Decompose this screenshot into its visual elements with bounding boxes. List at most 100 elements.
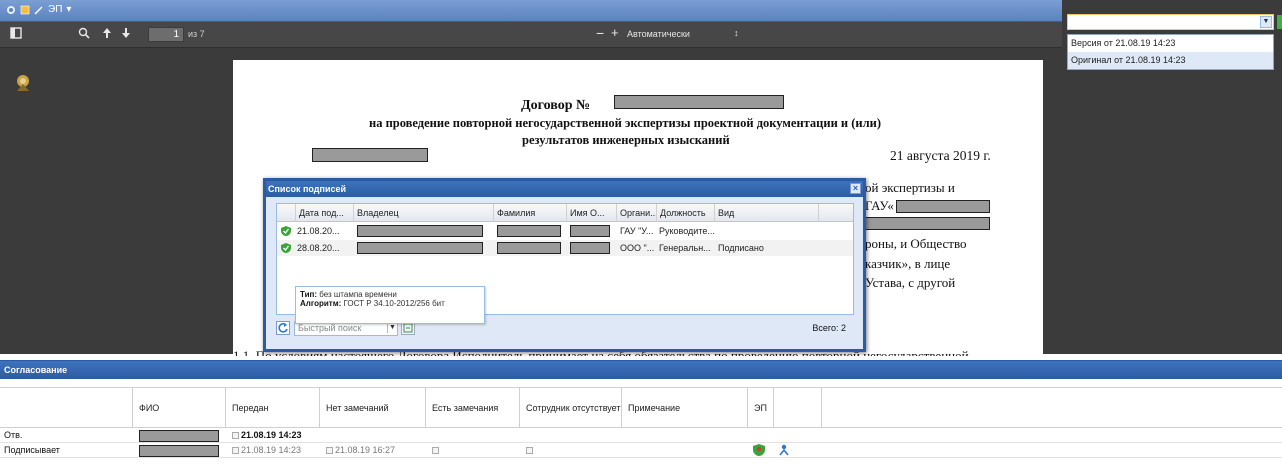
app-menu-icon[interactable] [6, 5, 16, 15]
signature-row[interactable]: 28.08.20... ООО "... Генеральн... Подпис… [277, 240, 853, 256]
dialog-header: Список подписей × [266, 181, 863, 197]
tooltip-type-value: без штампа времени [319, 290, 397, 299]
signature-kind: Подписано [718, 243, 764, 253]
title-bar: ЭП ▾ [0, 0, 1062, 22]
zoom-out-button[interactable]: − [596, 25, 604, 41]
valid-signature-icon [281, 243, 291, 253]
checkbox[interactable] [232, 447, 239, 454]
column-position[interactable]: Должность [656, 204, 714, 222]
status-indicator [1277, 15, 1282, 29]
refresh-icon[interactable] [276, 321, 290, 335]
redacted-owner [357, 225, 483, 237]
version-option-original[interactable]: Оригинал от 21.08.19 14:23 [1068, 52, 1273, 69]
redacted-surname [497, 242, 561, 254]
save-icon[interactable] [20, 5, 30, 15]
contract-date: 21 августа 2019 г. [890, 148, 991, 163]
column-extra [774, 388, 822, 428]
column-signature[interactable]: ЭП [748, 388, 774, 428]
quick-access-toolbar: ЭП ▾ [6, 4, 71, 15]
redacted-name [570, 242, 610, 254]
approval-title: Согласование [0, 361, 1282, 379]
tooltip-algo-label: Алгоритм: [300, 299, 342, 308]
body-line: казчик», в лице [865, 256, 951, 271]
pdf-toolbar: 1 из 7 − + Автоматически ↕ [0, 22, 1062, 48]
approval-role: Отв. [4, 430, 23, 440]
sidebar-toggle-icon[interactable] [10, 27, 22, 42]
redacted-city [312, 148, 428, 162]
signature-position: Руководите... [659, 226, 715, 236]
valid-signature-icon [281, 226, 291, 236]
user-icon[interactable] [778, 444, 790, 459]
body-line: ГАУ« [865, 198, 894, 213]
approval-grid: ФИО Передан Нет замечаний Есть замечания… [0, 387, 1282, 458]
signature-row[interactable]: 21.08.20... ГАУ "У... Руководите... [277, 223, 853, 239]
grid-header: Дата под... Владелец Фамилия Имя О... Ор… [277, 204, 853, 222]
page-number-input[interactable]: 1 [148, 27, 184, 42]
signatures-dialog: Список подписей × Дата под... Владелец Ф… [263, 178, 866, 352]
dropdown-arrow-icon[interactable]: ▾ [66, 4, 71, 15]
signature-date: 28.08.20... [297, 243, 340, 253]
approval-passed: 21.08.19 14:23 [232, 428, 302, 443]
redacted-fio [139, 445, 219, 457]
zoom-in-button[interactable]: + [611, 25, 619, 40]
signature-shield-icon[interactable] [753, 444, 765, 459]
redacted-fio [139, 430, 219, 442]
column-org[interactable]: Органи... [616, 204, 656, 222]
column-owner[interactable]: Владелец [353, 204, 493, 222]
body-line: роны, и Общество [865, 236, 967, 251]
tooltip-algo-value: ГОСТ Р 34.10-2012/256 бит [343, 299, 445, 308]
checkbox[interactable] [326, 447, 333, 454]
column-absent[interactable]: Сотрудник отсутствует [520, 388, 622, 428]
signature-org: ООО "... [620, 243, 655, 253]
approval-panel: Согласование ФИО Передан Нет замечаний Е… [0, 360, 1282, 465]
approval-has-remarks [432, 443, 441, 458]
contract-title: Договор № [521, 98, 591, 113]
column-date[interactable]: Дата под... [295, 204, 353, 222]
dialog-title: Список подписей [268, 184, 347, 194]
total-count: Всего: 2 [812, 323, 846, 333]
signature-org: ГАУ "У... [620, 226, 654, 236]
signatures-grid: Дата под... Владелец Фамилия Имя О... Ор… [276, 203, 854, 324]
approval-row[interactable]: Отв. 21.08.19 14:23 [0, 428, 1282, 443]
checkbox[interactable] [232, 432, 239, 439]
stamp-icon[interactable] [12, 72, 34, 94]
chevron-down-icon[interactable]: ▼ [1260, 16, 1272, 28]
close-icon[interactable]: × [850, 183, 861, 194]
column-no-remarks[interactable]: Нет замечаний [320, 388, 426, 428]
version-option[interactable]: Версия от 21.08.19 14:23 [1068, 35, 1273, 52]
redacted-name [570, 225, 610, 237]
column-has-remarks[interactable]: Есть замечания [426, 388, 520, 428]
column-extra [818, 204, 853, 222]
pencil-icon[interactable] [34, 5, 44, 15]
approval-passed: 21.08.19 14:23 [232, 443, 301, 458]
checkbox[interactable] [526, 447, 533, 454]
column-kind[interactable]: Вид [714, 204, 818, 222]
signature-date: 21.08.20... [297, 226, 340, 236]
body-line: ой экспертизы и [865, 180, 955, 195]
version-select[interactable]: ▼ [1067, 14, 1274, 30]
checkbox[interactable] [432, 447, 439, 454]
previous-page-icon[interactable] [102, 27, 112, 42]
column-role [0, 388, 133, 428]
column-fio[interactable]: ФИО [133, 388, 226, 428]
body-line: Устава, с другой [865, 275, 956, 290]
quick-access-label[interactable]: ЭП [48, 4, 62, 15]
search-icon[interactable] [78, 27, 90, 42]
tooltip-type-label: Тип: [300, 290, 317, 299]
redacted-org-2 [865, 217, 990, 230]
column-name[interactable]: Имя О... [566, 204, 616, 222]
next-page-icon[interactable] [121, 27, 131, 42]
zoom-select[interactable]: Автоматически [627, 29, 690, 39]
approval-role: Подписывает [4, 445, 60, 455]
signature-position: Генеральн... [659, 243, 711, 253]
approval-absent [526, 443, 535, 458]
approval-no-remarks: 21.08.19 16:27 [326, 443, 395, 458]
zoom-dropdown-icon[interactable]: ↕ [734, 28, 739, 38]
redacted-owner [357, 242, 483, 254]
column-note[interactable]: Примечание [622, 388, 748, 428]
page-count-label: из 7 [188, 29, 205, 39]
column-surname[interactable]: Фамилия [493, 204, 566, 222]
approval-row[interactable]: Подписывает 21.08.19 14:23 21.08.19 16:2… [0, 443, 1282, 458]
redacted-contract-number [614, 95, 784, 109]
column-passed[interactable]: Передан [226, 388, 320, 428]
